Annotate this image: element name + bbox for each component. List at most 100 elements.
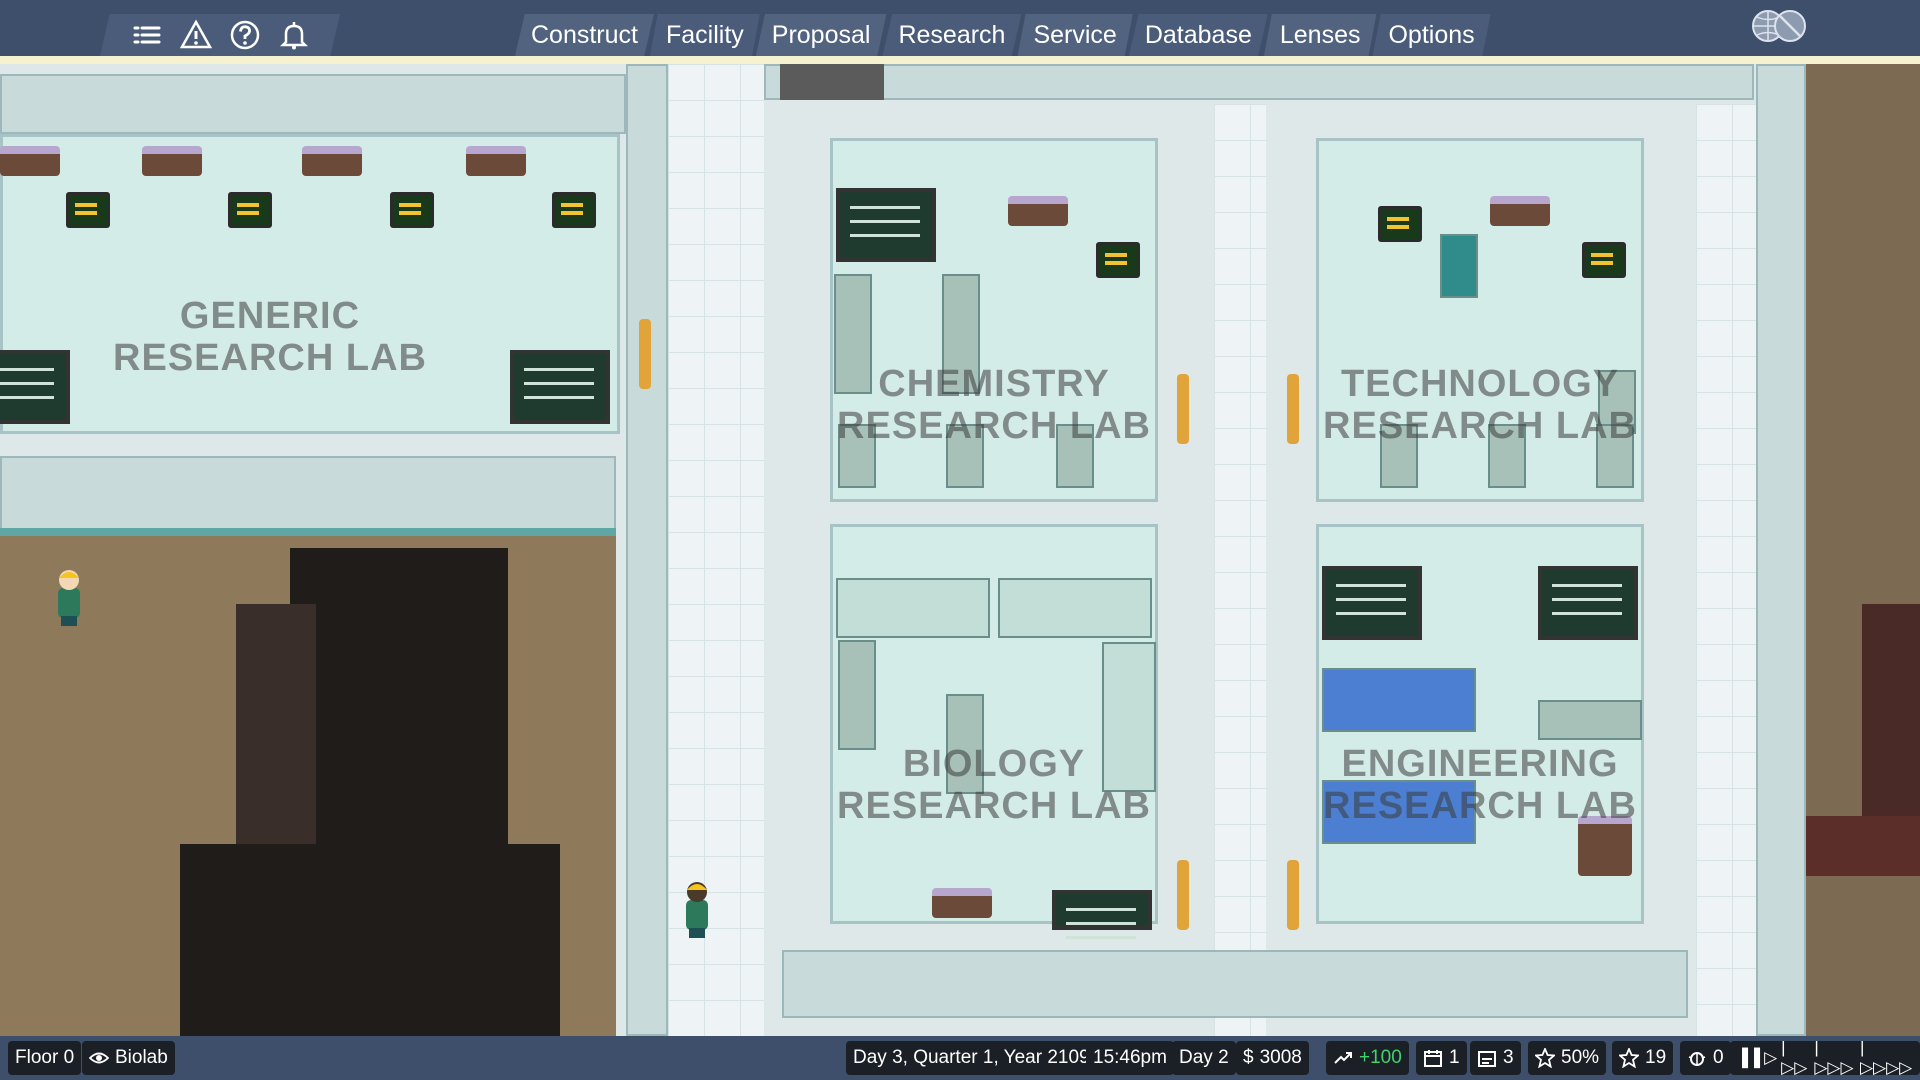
star-badge-icon	[1535, 1048, 1555, 1068]
schedule-counter[interactable]: 3	[1470, 1041, 1521, 1075]
dollar-icon: $	[1243, 1047, 1254, 1068]
alert-count-value: 0	[1713, 1047, 1724, 1068]
outer-wall	[1756, 64, 1806, 1036]
chalkboard[interactable]	[836, 188, 936, 262]
bell-icon[interactable]	[277, 18, 311, 52]
corridor-wall	[626, 64, 668, 1036]
approval-value: 50%	[1561, 1047, 1600, 1068]
computer-terminal[interactable]	[1096, 242, 1140, 278]
server-rack[interactable]	[1440, 234, 1478, 298]
storage-cabinet[interactable]	[1538, 700, 1642, 740]
pause-icon[interactable]: ▐▐	[1736, 1048, 1760, 1068]
generic-lab-wall	[0, 74, 626, 134]
desk[interactable]	[302, 146, 362, 176]
date-display: Day 3, Quarter 1, Year 2109	[846, 1041, 1097, 1075]
storage-cabinet[interactable]	[838, 640, 876, 750]
time-display: 15:46pm	[1086, 1041, 1174, 1075]
top-bar: Construct Facility Proposal Research Ser…	[0, 0, 1920, 56]
tab-options[interactable]: Options	[1372, 14, 1491, 56]
floor-label: Floor 0	[15, 1047, 75, 1068]
computer-terminal[interactable]	[1378, 206, 1422, 242]
door[interactable]	[1287, 374, 1299, 444]
door[interactable]	[1177, 860, 1189, 930]
chemistry-lab-label: CHEMISTRY RESEARCH LAB	[837, 363, 1151, 447]
worker-character[interactable]	[680, 878, 714, 942]
lens-selector[interactable]: Biolab	[82, 1041, 175, 1075]
schedule-count-value: 3	[1503, 1047, 1514, 1068]
biology-workbench[interactable]	[998, 578, 1152, 638]
computer-terminal[interactable]	[1582, 242, 1626, 278]
schedule-icon	[1478, 1051, 1496, 1067]
generic-lab-bottom-wall	[0, 456, 616, 534]
tab-construct[interactable]: Construct	[515, 14, 654, 56]
tab-research[interactable]: Research	[882, 14, 1022, 56]
door[interactable]	[1177, 374, 1189, 444]
top-bar-divider	[0, 56, 1920, 64]
technology-lab-label: TECHNOLOGY RESEARCH LAB	[1323, 363, 1637, 447]
desk[interactable]	[932, 888, 992, 918]
income-value: +100	[1359, 1047, 1402, 1068]
approval-display[interactable]: 50%	[1528, 1041, 1607, 1075]
door[interactable]	[639, 319, 651, 389]
money-display[interactable]: $ 3008	[1236, 1041, 1309, 1075]
chalkboard[interactable]	[1322, 566, 1422, 640]
calendar-icon	[1424, 1050, 1442, 1067]
faster-icon[interactable]: |▷▷▷	[1814, 1038, 1856, 1078]
time-text: 15:46pm	[1093, 1047, 1167, 1068]
desk[interactable]	[142, 146, 202, 176]
computer-terminal[interactable]	[390, 192, 434, 228]
day-text: Day 2	[1179, 1047, 1229, 1068]
chalkboard[interactable]	[1052, 890, 1152, 930]
computer-terminal[interactable]	[552, 192, 596, 228]
play-icon[interactable]: ▷	[1764, 1048, 1777, 1068]
desk[interactable]	[1008, 196, 1068, 226]
calendar-count-value: 1	[1449, 1047, 1460, 1068]
worker-character[interactable]	[52, 566, 86, 630]
status-bar: Floor 0 Biolab Day 3, Quarter 1, Year 21…	[0, 1036, 1920, 1080]
eye-icon	[89, 1052, 109, 1064]
wall-trim	[0, 528, 616, 536]
warning-icon[interactable]	[179, 18, 213, 52]
door[interactable]	[1287, 860, 1299, 930]
chalkboard[interactable]	[1538, 566, 1638, 640]
fast-forward-icon[interactable]: |▷▷	[1781, 1038, 1810, 1078]
top-wall	[764, 64, 1754, 100]
tab-proposal[interactable]: Proposal	[755, 14, 887, 56]
fastest-icon[interactable]: |▷▷▷▷	[1860, 1038, 1914, 1078]
lens-label: Biolab	[115, 1047, 168, 1068]
rock-mass	[180, 844, 560, 1036]
speed-controls: ▐▐ ▷ |▷▷ |▷▷▷ |▷▷▷▷	[1730, 1038, 1920, 1078]
tab-lenses[interactable]: Lenses	[1263, 14, 1377, 56]
engineering-workstation[interactable]	[1322, 668, 1476, 732]
rock-mass	[236, 604, 316, 864]
star-icon	[1619, 1048, 1639, 1068]
globe-icon[interactable]	[1748, 6, 1812, 46]
facility-map[interactable]: GENERIC RESEARCH LAB CHEMISTRY RESEARCH …	[0, 64, 1920, 1036]
dirt-ground-right	[1806, 64, 1920, 1036]
top-icon-group	[100, 14, 340, 56]
main-menu: Construct Facility Proposal Research Ser…	[515, 14, 1491, 56]
tab-database[interactable]: Database	[1128, 14, 1268, 56]
date-text: Day 3, Quarter 1, Year 2109	[853, 1047, 1090, 1068]
desk[interactable]	[1490, 196, 1550, 226]
help-icon[interactable]	[228, 18, 262, 52]
computer-terminal[interactable]	[228, 192, 272, 228]
tab-facility[interactable]: Facility	[649, 14, 760, 56]
income-display[interactable]: +100	[1326, 1041, 1409, 1075]
reputation-display[interactable]: 19	[1612, 1041, 1674, 1075]
computer-terminal[interactable]	[66, 192, 110, 228]
money-value: 3008	[1259, 1047, 1302, 1068]
desk[interactable]	[0, 146, 60, 176]
chalkboard[interactable]	[0, 350, 70, 424]
chalkboard[interactable]	[510, 350, 610, 424]
biology-workbench[interactable]	[836, 578, 990, 638]
desk[interactable]	[466, 146, 526, 176]
tab-service[interactable]: Service	[1017, 14, 1133, 56]
floor-selector[interactable]: Floor 0	[8, 1041, 82, 1075]
bug-icon	[1688, 1052, 1706, 1066]
alert-counter[interactable]: 0	[1680, 1041, 1731, 1075]
vent-block	[780, 64, 884, 100]
list-icon[interactable]	[130, 18, 164, 52]
generic-lab-label: GENERIC RESEARCH LAB	[113, 295, 427, 379]
calendar-counter[interactable]: 1	[1416, 1041, 1467, 1075]
